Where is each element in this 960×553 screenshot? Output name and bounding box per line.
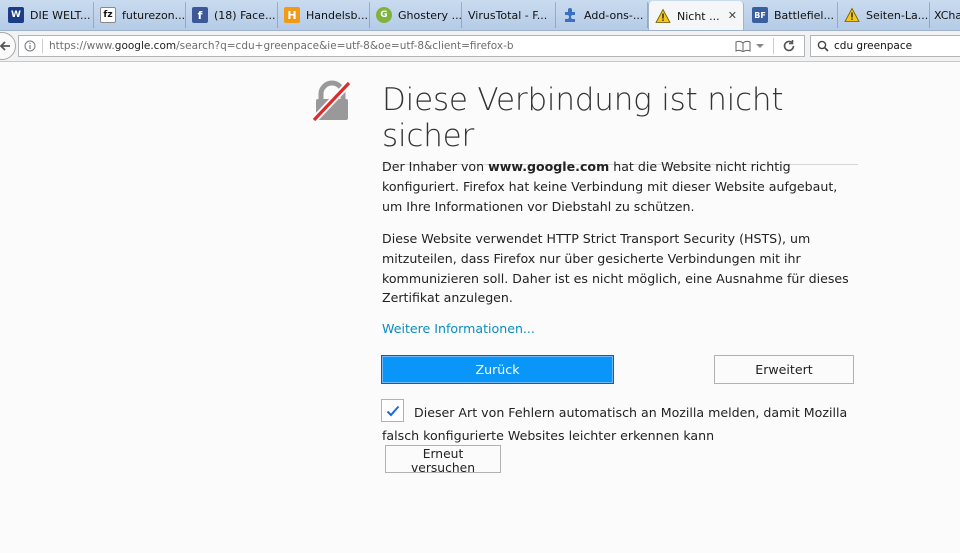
error-description: Der Inhaber von www.google.com hat die W… — [382, 159, 838, 214]
welt-icon: W — [8, 7, 24, 23]
futurezone-icon: fz — [100, 7, 116, 23]
url-text[interactable]: https://www.google.com/search?q=cdu+gree… — [49, 40, 514, 52]
tab-battlefield[interactable]: BF Battlefiel... — [746, 2, 838, 28]
reader-view-icon[interactable] — [735, 40, 751, 52]
tab-label: Nicht ... — [677, 9, 720, 23]
advanced-button[interactable]: Erweitert — [714, 355, 854, 384]
tab-handelsblatt[interactable]: H Handelsb... — [278, 2, 370, 28]
back-button[interactable] — [0, 32, 16, 60]
page-title: Diese Verbindung ist nicht sicher — [382, 82, 858, 165]
tab-nicht-sicher[interactable]: Nicht ... ✕ — [648, 1, 744, 30]
tab-label: Seiten-La... — [866, 8, 929, 22]
tab-label: (18) Face... — [214, 8, 276, 22]
tab-label: Ghostery ... — [398, 8, 462, 22]
tab-seiten-laden[interactable]: Seiten-La... — [838, 2, 930, 28]
tab-facebook[interactable]: f (18) Face... — [186, 2, 278, 28]
tab-label: Battlefiel... — [774, 8, 834, 22]
site-domain: www.google.com — [488, 159, 610, 174]
puzzle-icon — [562, 7, 578, 23]
broken-lock-icon — [311, 80, 352, 123]
tab-addons[interactable]: Add-ons-... — [556, 2, 648, 28]
tab-label: futurezon... — [122, 8, 186, 22]
tab-label: Handelsb... — [306, 8, 368, 22]
url-separator — [42, 39, 43, 53]
learn-more-link[interactable]: Weitere Informationen... — [382, 321, 535, 336]
reload-icon[interactable] — [782, 39, 796, 53]
tab-strip: W DIE WELT... fz futurezon... f (18) Fac… — [0, 0, 960, 31]
tab-label: Add-ons-... — [584, 8, 644, 22]
back-to-safety-button[interactable]: Zurück — [381, 355, 614, 384]
ghostery-icon: G — [376, 7, 392, 23]
url-bar[interactable]: https://www.google.com/search?q=cdu+gree… — [18, 35, 805, 57]
navigation-bar: https://www.google.com/search?q=cdu+gree… — [0, 31, 960, 62]
chevron-down-icon[interactable] — [755, 42, 765, 50]
tab-label: XCha — [934, 8, 960, 22]
search-input[interactable] — [834, 40, 960, 52]
warning-icon — [655, 8, 671, 24]
tab-label: DIE WELT... — [30, 8, 91, 22]
tab-ghostery[interactable]: G Ghostery ... — [370, 2, 462, 28]
battlefield-icon: BF — [752, 7, 768, 23]
facebook-icon: f — [192, 7, 208, 23]
tab-label: VirusTotal - F... — [468, 8, 548, 22]
tab-xcha[interactable]: XCha — [930, 2, 960, 28]
search-bar[interactable] — [810, 35, 960, 57]
report-errors-label: Dieser Art von Fehlern automatisch an Mo… — [382, 405, 848, 443]
tab-futurezone[interactable]: fz futurezon... — [94, 2, 186, 28]
handelsblatt-icon: H — [284, 7, 300, 23]
url-separator — [773, 38, 774, 54]
close-icon[interactable]: ✕ — [728, 9, 737, 22]
arrow-left-icon — [0, 41, 10, 51]
search-icon — [817, 40, 829, 52]
warning-icon — [844, 7, 860, 23]
tab-welt[interactable]: W DIE WELT... — [2, 2, 94, 28]
tab-virustotal[interactable]: VirusTotal - F... — [462, 2, 556, 28]
try-again-button[interactable]: Erneut versuchen — [385, 445, 501, 475]
hsts-description: Diese Website verwendet HTTP Strict Tran… — [382, 231, 849, 306]
info-icon[interactable] — [24, 40, 36, 52]
